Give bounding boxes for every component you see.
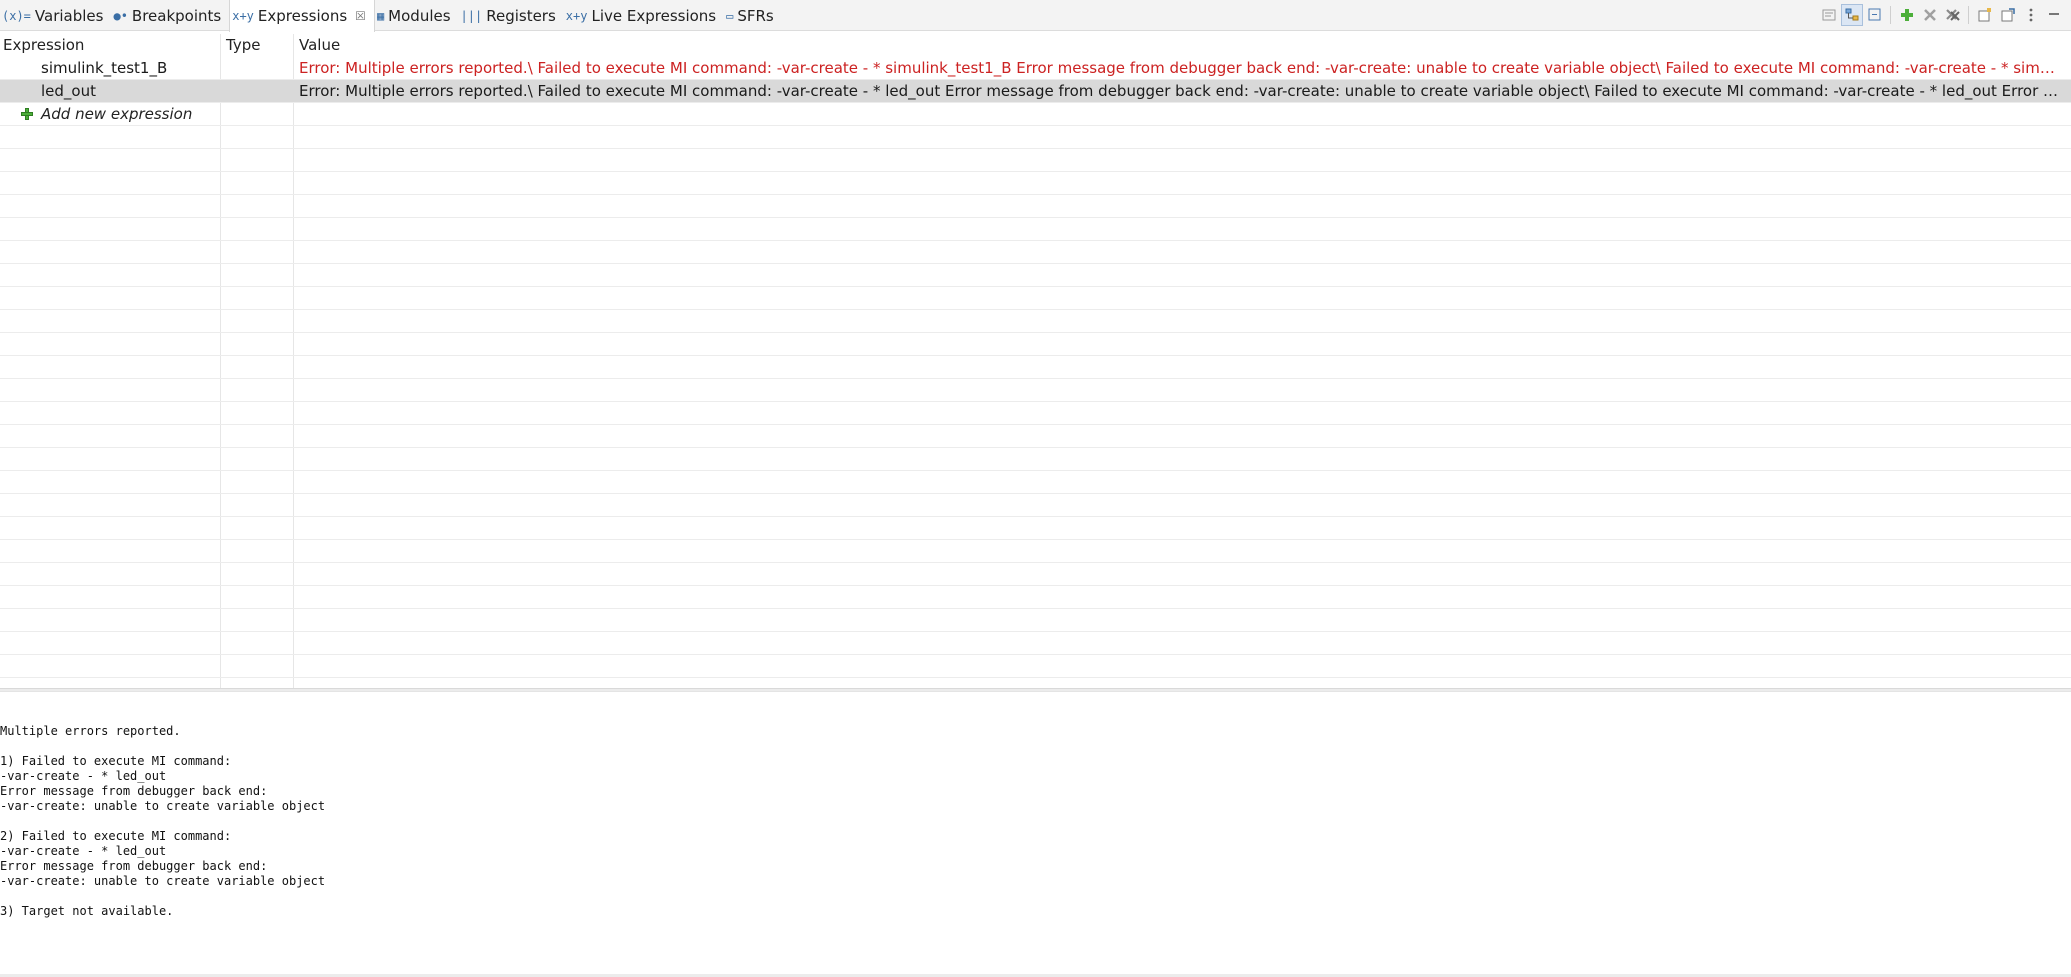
- type-cell: [221, 80, 293, 102]
- empty-row: [0, 402, 2071, 425]
- pin-to-context-icon[interactable]: [1997, 4, 2019, 26]
- add-new-expression-row[interactable]: Add new expression: [0, 103, 2071, 126]
- empty-row: [0, 517, 2071, 540]
- expressions-icon: x+y: [232, 8, 254, 23]
- tab-list: (x)= Variables ●• Breakpoints x+y Expres…: [0, 0, 782, 32]
- table-header: Expression Type Value: [0, 34, 2071, 57]
- sfrs-icon: ▭: [726, 8, 734, 23]
- column-header-value[interactable]: Value: [296, 34, 596, 57]
- tab-label: Registers: [486, 6, 556, 25]
- detail-text: Multiple errors reported. 1) Failed to e…: [0, 724, 326, 918]
- add-icon: [20, 107, 34, 121]
- close-tab-icon[interactable]: ☒: [355, 9, 366, 23]
- column-header-type[interactable]: Type: [223, 34, 293, 57]
- type-cell: [221, 57, 293, 79]
- view-tab-bar: (x)= Variables ●• Breakpoints x+y Expres…: [0, 0, 2071, 32]
- remove-expression-icon[interactable]: [1919, 4, 1941, 26]
- show-type-names-icon[interactable]: [1818, 4, 1840, 26]
- add-new-expression-label: Add new expression: [41, 105, 193, 123]
- tab-label: Variables: [34, 6, 104, 25]
- expressions-table: Expression Type Value simulink_test1_B E…: [0, 34, 2071, 688]
- empty-row: [0, 195, 2071, 218]
- empty-row: [0, 333, 2071, 356]
- empty-row: [0, 264, 2071, 287]
- variables-icon: (x)=: [2, 8, 31, 23]
- empty-row: [0, 632, 2071, 655]
- toolbar-separator: [1890, 6, 1891, 24]
- table-row[interactable]: led_out Error: Multiple errors reported.…: [0, 80, 2071, 103]
- expression-cell: led_out: [41, 82, 96, 100]
- expressions-view: (x)= Variables ●• Breakpoints x+y Expres…: [0, 0, 2071, 977]
- tab-label: SFRs: [737, 6, 774, 25]
- tab-variables[interactable]: (x)= Variables: [0, 0, 111, 31]
- collapse-all-icon[interactable]: [1864, 4, 1886, 26]
- view-toolbar: [1817, 4, 2065, 26]
- expression-cell: simulink_test1_B: [41, 59, 168, 77]
- tab-breakpoints[interactable]: ●• Breakpoints: [111, 0, 229, 31]
- tab-label: Breakpoints: [131, 6, 222, 25]
- tab-label: Live Expressions: [591, 6, 717, 25]
- empty-row: [0, 241, 2071, 264]
- value-cell: Error: Multiple errors reported.\ Failed…: [299, 59, 2059, 77]
- tab-label: Modules: [388, 6, 451, 25]
- empty-row: [0, 425, 2071, 448]
- empty-row: [0, 563, 2071, 586]
- empty-row: [0, 448, 2071, 471]
- empty-row: [0, 471, 2071, 494]
- column-header-expression[interactable]: Expression: [0, 34, 220, 57]
- toolbar-separator: [1968, 6, 1969, 24]
- empty-row: [0, 379, 2071, 402]
- remove-all-expressions-icon[interactable]: [1942, 4, 1964, 26]
- tab-expressions[interactable]: x+y Expressions ☒: [229, 0, 375, 32]
- empty-row: [0, 655, 2071, 678]
- empty-row: [0, 356, 2071, 379]
- empty-row: [0, 287, 2071, 310]
- empty-row: [0, 678, 2071, 688]
- new-view-icon[interactable]: [1974, 4, 1996, 26]
- live-expressions-icon: x+y: [565, 8, 588, 23]
- detail-pane[interactable]: Multiple errors reported. 1) Failed to e…: [0, 692, 2071, 977]
- breakpoints-icon: ●•: [113, 8, 128, 23]
- registers-icon: |||: [460, 8, 483, 23]
- empty-row: [0, 609, 2071, 632]
- show-logical-structure-icon[interactable]: [1841, 4, 1863, 26]
- empty-row: [0, 540, 2071, 563]
- empty-row: [0, 494, 2071, 517]
- table-body: simulink_test1_B Error: Multiple errors …: [0, 57, 2071, 688]
- modules-icon: ▦: [376, 8, 385, 23]
- empty-row: [0, 218, 2071, 241]
- empty-row: [0, 586, 2071, 609]
- table-row[interactable]: simulink_test1_B Error: Multiple errors …: [0, 57, 2071, 80]
- tab-registers[interactable]: ||| Registers: [459, 0, 564, 31]
- empty-row: [0, 310, 2071, 333]
- value-cell: Error: Multiple errors reported.\ Failed…: [299, 82, 2059, 100]
- add-expression-icon[interactable]: [1896, 4, 1918, 26]
- view-menu-icon[interactable]: [2020, 4, 2042, 26]
- tab-live-expressions[interactable]: x+y Live Expressions: [564, 0, 724, 31]
- tab-sfrs[interactable]: ▭ SFRs: [724, 0, 782, 31]
- empty-row: [0, 126, 2071, 149]
- empty-row: [0, 172, 2071, 195]
- add-new-expression-cell[interactable]: Add new expression: [0, 103, 220, 125]
- minimize-icon[interactable]: [2043, 4, 2065, 26]
- tab-label: Expressions: [257, 6, 348, 25]
- tab-modules[interactable]: ▦ Modules: [375, 0, 459, 31]
- empty-row: [0, 149, 2071, 172]
